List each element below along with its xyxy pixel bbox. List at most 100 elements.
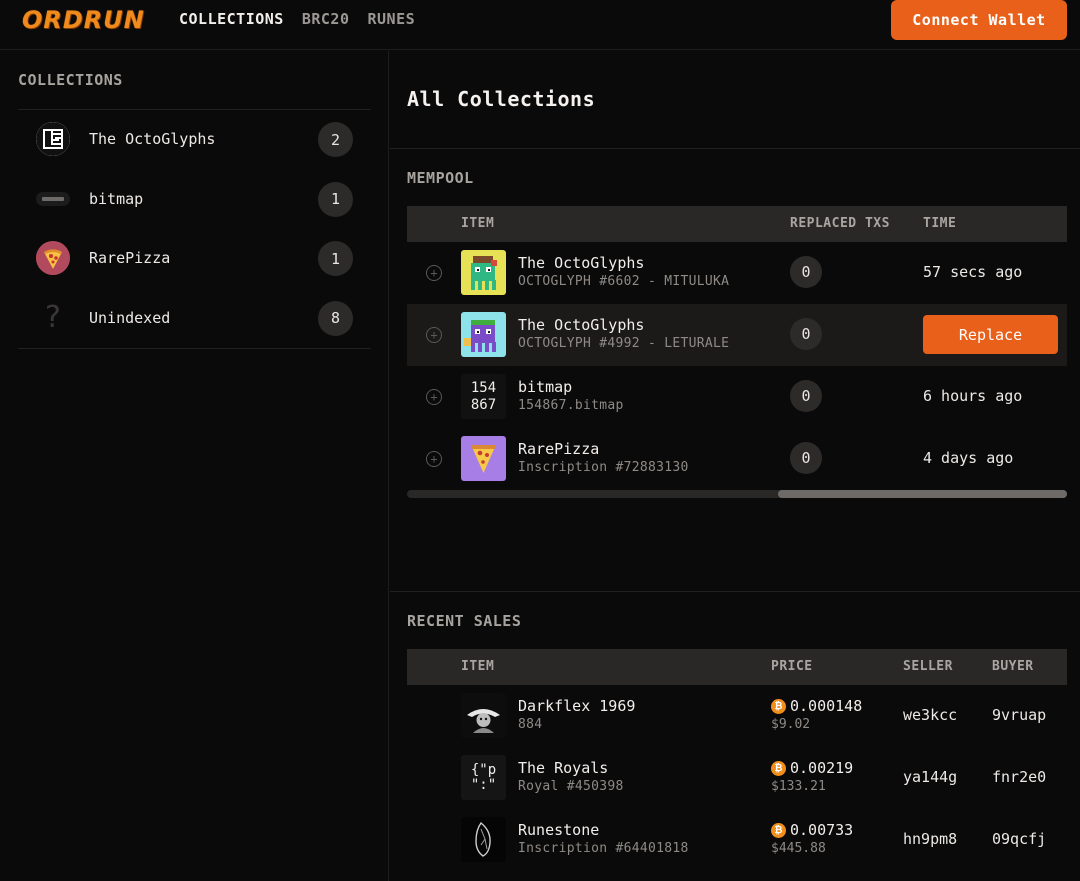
- pizza-logo-icon: [36, 241, 70, 275]
- seller-address[interactable]: hn9pm8: [903, 830, 957, 848]
- price: ₿ 0.00733: [771, 821, 853, 839]
- bitcoin-icon: ₿: [771, 822, 786, 838]
- col-item: ITEM: [461, 659, 495, 674]
- replaced-count-badge: 0: [790, 256, 822, 288]
- replaced-count-badge: 0: [790, 442, 822, 474]
- col-buyer: BUYER: [992, 659, 1034, 674]
- bitcoin-icon: ₿: [771, 698, 786, 714]
- buyer-address[interactable]: fnr2e0: [992, 768, 1046, 786]
- item-name[interactable]: The Royals: [518, 759, 608, 777]
- plus-circle-icon[interactable]: +: [426, 389, 442, 405]
- collections-sidebar: COLLECTIONS The OctoGlyphs 2 bitmap 1 Ra…: [0, 51, 389, 881]
- item-name[interactable]: RarePizza: [518, 440, 599, 458]
- divider: [390, 148, 1080, 149]
- sidebar-item-bitmap[interactable]: bitmap 1: [18, 170, 371, 230]
- horizontal-scrollbar[interactable]: [407, 490, 1067, 498]
- seller-address[interactable]: we3kcc: [903, 706, 957, 724]
- time-ago: 6 hours ago: [923, 387, 1023, 405]
- divider: [390, 591, 1080, 592]
- col-time: TIME: [923, 216, 957, 231]
- replaced-count-badge: 0: [790, 380, 822, 412]
- plus-circle-icon[interactable]: +: [426, 327, 442, 343]
- bitmap-thumb-line-1: 154: [470, 379, 497, 396]
- item-name[interactable]: The OctoGlyphs: [518, 254, 644, 272]
- time-ago: 4 days ago: [923, 449, 1014, 467]
- sidebar-item-label: The OctoGlyphs: [89, 130, 216, 148]
- connect-wallet-button[interactable]: Connect Wallet: [891, 0, 1067, 40]
- table-row[interactable]: Runestone Inscription #64401818 ₿ 0.0073…: [407, 809, 1067, 871]
- col-replaced-txs: REPLACED TXS: [790, 216, 890, 231]
- bitmap-thumbnail: 154 867: [461, 374, 506, 419]
- runestone-thumbnail: [461, 817, 506, 862]
- table-row[interactable]: + 154 867 bitmap 154867.bitmap 0 6 hours…: [407, 366, 1067, 428]
- buyer-address[interactable]: 9vruap: [992, 706, 1046, 724]
- table-header: ITEM REPLACED TXS TIME: [407, 206, 1067, 242]
- royals-thumb-line-2: ":": [470, 776, 497, 793]
- count-badge: 1: [318, 241, 353, 276]
- royals-thumbnail: {"p ":": [461, 755, 506, 800]
- nav-brc20[interactable]: BRC20: [302, 10, 350, 28]
- price-btc: 0.000148: [790, 697, 863, 715]
- item-subtitle: Inscription #72883130: [518, 460, 689, 475]
- sidebar-item-label: bitmap: [89, 189, 144, 208]
- replace-button[interactable]: Replace: [923, 315, 1058, 354]
- table-row[interactable]: + The OctoGlyphs OCTOGLYPH #6602 - MITUL…: [407, 242, 1067, 304]
- item-name[interactable]: Darkflex 1969: [518, 697, 635, 715]
- seller-address[interactable]: ya144g: [903, 768, 957, 786]
- buyer-address[interactable]: 09qcfj: [992, 830, 1046, 848]
- table-row[interactable]: Darkflex 1969 884 ₿ 0.000148 $9.02 we3kc…: [407, 685, 1067, 747]
- sidebar-item-octoglyphs[interactable]: The OctoGlyphs 2: [18, 110, 371, 170]
- royals-thumb-line-1: {"p: [470, 761, 497, 778]
- sidebar-item-rarepizza[interactable]: RarePizza 1: [18, 229, 371, 289]
- item-subtitle: Inscription #64401818: [518, 841, 689, 856]
- price-usd: $9.02: [771, 717, 811, 732]
- sidebar-title: COLLECTIONS: [18, 71, 123, 89]
- main-content: All Collections MEMPOOL ITEM REPLACED TX…: [390, 51, 1080, 881]
- item-name[interactable]: bitmap: [518, 378, 572, 396]
- count-badge: 2: [318, 122, 353, 157]
- item-name[interactable]: The OctoGlyphs: [518, 316, 644, 334]
- price-btc: 0.00733: [790, 821, 854, 839]
- table-row[interactable]: + RarePizza Inscription #72883130 0 4 da…: [407, 428, 1067, 490]
- item-subtitle: Royal #450398: [518, 779, 624, 794]
- nav-runes[interactable]: RUNES: [368, 10, 416, 28]
- plus-circle-icon[interactable]: +: [426, 451, 442, 467]
- plus-circle-icon[interactable]: +: [426, 265, 442, 281]
- col-item: ITEM: [461, 216, 495, 231]
- ordrun-logo[interactable]: ORDRUN: [22, 6, 145, 34]
- item-subtitle: OCTOGLYPH #6602 - MITULUKA: [518, 274, 730, 289]
- sidebar-item-label: Unindexed: [89, 308, 171, 327]
- sidebar-item-label: RarePizza: [89, 249, 171, 267]
- bitmap-thumb-line-2: 867: [470, 396, 497, 413]
- sidebar-item-unindexed[interactable]: ? Unindexed 8: [18, 289, 371, 349]
- main-nav: COLLECTIONS BRC20 RUNES: [179, 10, 415, 28]
- item-name[interactable]: Runestone: [518, 821, 599, 839]
- mempool-title: MEMPOOL: [407, 169, 474, 187]
- col-price: PRICE: [771, 659, 813, 674]
- pizza-thumbnail: [461, 436, 506, 481]
- darkflex-thumbnail: [461, 693, 506, 738]
- collection-list: The OctoGlyphs 2 bitmap 1 RarePizza 1 ? …: [18, 109, 371, 349]
- scrollbar-thumb[interactable]: [778, 490, 1067, 498]
- octoglyphs-logo-icon: [36, 122, 70, 156]
- price: ₿ 0.000148: [771, 697, 862, 715]
- item-subtitle: 884: [518, 717, 543, 732]
- table-row[interactable]: {"p ":" The Royals Royal #450398 ₿ 0.002…: [407, 747, 1067, 809]
- recent-sales-title: RECENT SALES: [407, 612, 522, 630]
- count-badge: 8: [318, 300, 353, 336]
- replaced-count-badge: 0: [790, 318, 822, 350]
- item-subtitle: 154867.bitmap: [518, 398, 624, 413]
- table-row[interactable]: + The OctoGlyphs OCTOGLYPH #4992 - LETUR…: [407, 304, 1067, 366]
- bitmap-logo-icon: [36, 182, 70, 216]
- nav-collections[interactable]: COLLECTIONS: [179, 10, 284, 28]
- mempool-table: ITEM REPLACED TXS TIME + The OctoGlyphs: [407, 206, 1067, 498]
- price: ₿ 0.00219: [771, 759, 853, 777]
- octoglyph-thumbnail: [461, 312, 506, 357]
- col-seller: SELLER: [903, 659, 953, 674]
- octoglyph-thumbnail: [461, 250, 506, 295]
- price-usd: $133.21: [771, 779, 826, 794]
- page-title: All Collections: [407, 87, 596, 111]
- question-mark-icon: ?: [45, 300, 61, 335]
- recent-sales-table: ITEM PRICE SELLER BUYER Darkflex 1969 88…: [407, 649, 1067, 871]
- count-badge: 1: [318, 181, 353, 217]
